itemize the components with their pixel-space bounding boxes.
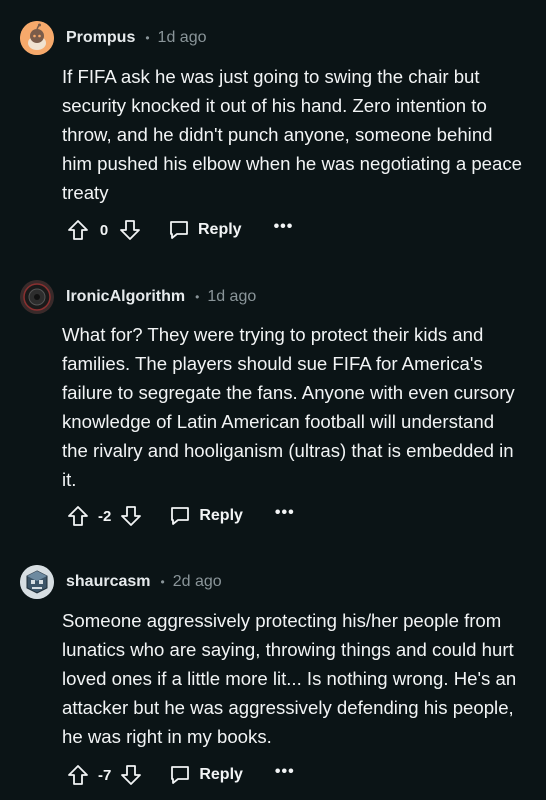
snoo-avatar-icon[interactable]: [20, 21, 54, 55]
comment-header: Prompus • 1d ago: [20, 20, 206, 56]
username[interactable]: shaurcasm: [66, 573, 151, 591]
comment-header: IronicAlgorithm • 1d ago: [20, 279, 256, 315]
separator-dot: •: [195, 290, 200, 304]
cube-avatar-icon[interactable]: [20, 565, 54, 599]
separator-dot: •: [145, 31, 150, 45]
comment-actions: 0 Reply •••: [64, 214, 293, 246]
timestamp: 1d ago: [157, 29, 207, 46]
comment-body: If FIFA ask he was just going to swing t…: [62, 66, 522, 203]
username[interactable]: Prompus: [66, 29, 135, 47]
upvote-arrow-icon: [68, 765, 88, 785]
timestamp: 2d ago: [172, 573, 222, 590]
vote-score: -7: [98, 766, 112, 784]
downvote-arrow-icon: [120, 220, 140, 240]
reply-button[interactable]: Reply: [169, 764, 243, 786]
upvote-button[interactable]: [64, 216, 92, 244]
comment-header: shaurcasm • 2d ago: [20, 564, 222, 600]
speech-bubble-icon: [171, 507, 190, 525]
vote-score: 0: [99, 221, 109, 239]
reply-label: Reply: [199, 766, 243, 783]
comment-body: What for? They were trying to protect th…: [62, 324, 515, 490]
more-options-button[interactable]: •••: [275, 505, 295, 524]
reply-button[interactable]: Reply: [169, 505, 243, 527]
dark-ring-avatar-icon[interactable]: [20, 280, 54, 314]
timestamp: 1d ago: [207, 288, 257, 305]
reply-label: Reply: [198, 221, 242, 238]
downvote-arrow-icon: [121, 506, 142, 526]
upvote-arrow-icon: [68, 220, 88, 240]
comment-actions: -2 Reply •••: [64, 500, 295, 532]
vote-score: -2: [98, 507, 112, 525]
comment-actions: -7 Reply •••: [64, 759, 295, 791]
upvote-button[interactable]: [64, 502, 92, 530]
downvote-button[interactable]: [117, 761, 145, 789]
reply-button[interactable]: Reply: [168, 219, 242, 241]
upvote-button[interactable]: [64, 761, 92, 789]
comment-body: Someone aggressively protecting his/her …: [62, 610, 517, 747]
downvote-button[interactable]: [116, 216, 144, 244]
reply-label: Reply: [199, 507, 243, 524]
more-options-button[interactable]: •••: [274, 219, 294, 238]
speech-bubble-icon: [170, 221, 188, 239]
downvote-arrow-icon: [121, 765, 142, 785]
upvote-arrow-icon: [68, 506, 88, 526]
separator-dot: •: [160, 575, 165, 589]
speech-bubble-icon: [171, 766, 190, 784]
downvote-button[interactable]: [117, 502, 145, 530]
username[interactable]: IronicAlgorithm: [66, 288, 185, 306]
more-options-button[interactable]: •••: [275, 764, 295, 783]
